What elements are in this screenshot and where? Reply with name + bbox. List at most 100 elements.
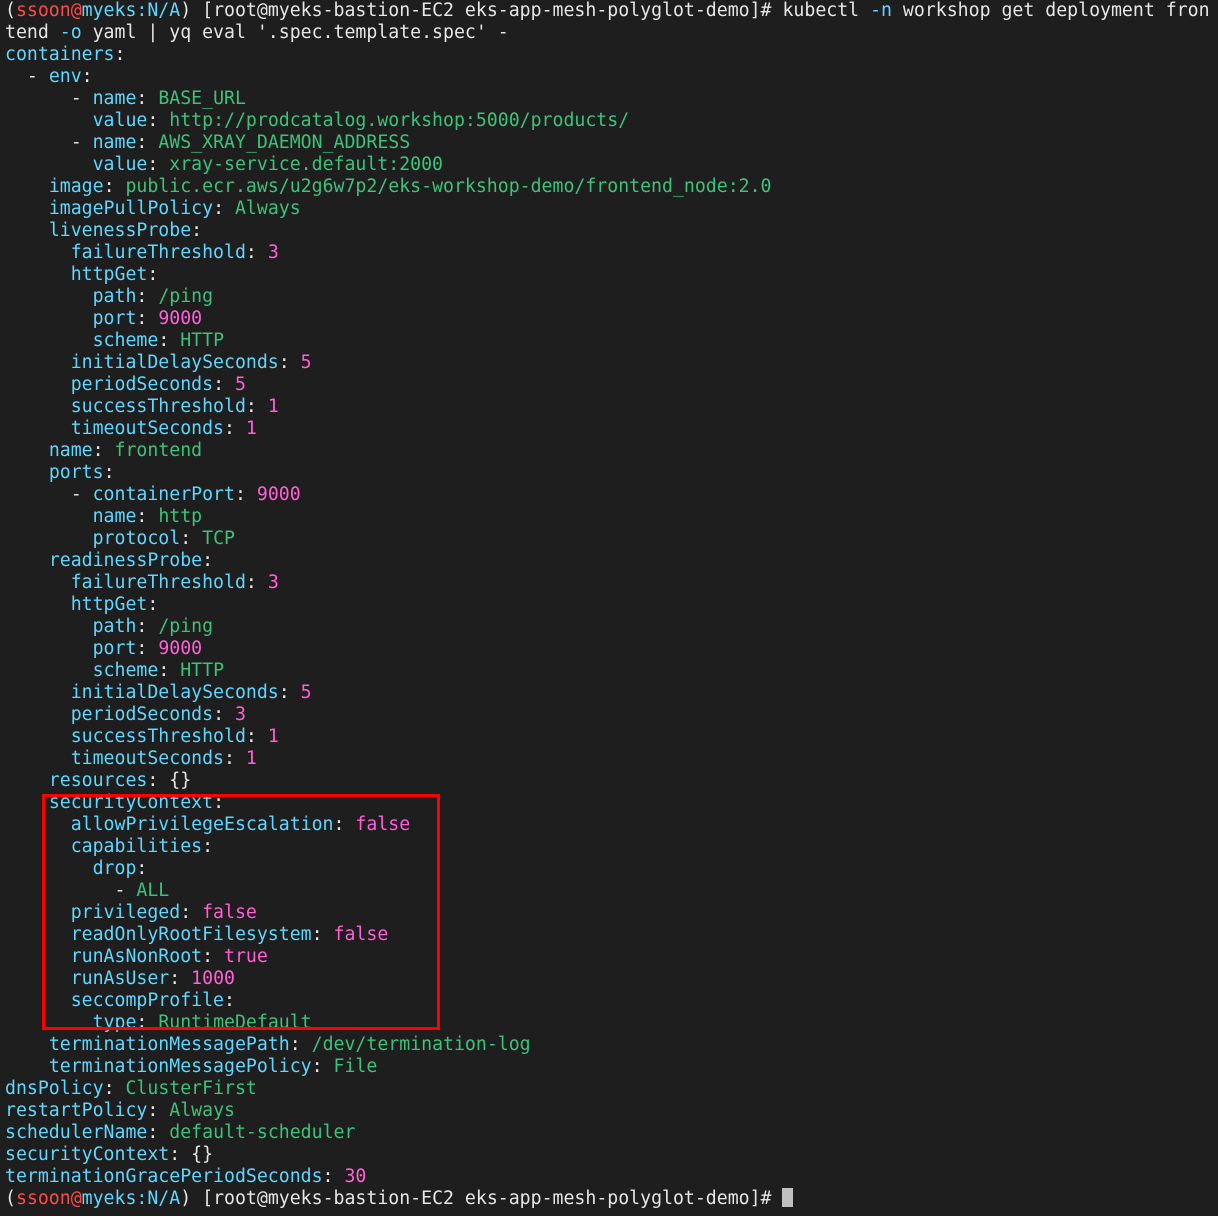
yaml-line: httpGet:	[5, 594, 1218, 616]
prompt-cluster: myeks	[81, 0, 137, 21]
yaml-separator: :	[311, 924, 334, 945]
yaml-separator: :	[213, 198, 235, 219]
yaml-line: periodSeconds: 5	[5, 374, 1218, 396]
yaml-line: readOnlyRootFilesystem: false	[5, 924, 1218, 946]
yaml-separator: :	[147, 264, 159, 285]
yaml-key: httpGet	[70, 594, 148, 615]
yaml-line: resources: {}	[5, 770, 1218, 792]
yaml-separator: :	[202, 946, 225, 967]
prompt-context: :N/A	[136, 0, 181, 21]
yaml-separator: :	[224, 418, 246, 439]
command-continuation: tend -o yaml | yq eval '.spec.template.s…	[5, 22, 509, 43]
yaml-separator: :	[158, 330, 181, 351]
yaml-indent	[5, 770, 49, 791]
yaml-indent	[5, 660, 93, 681]
yaml-indent	[5, 528, 93, 549]
yaml-indent	[5, 88, 71, 109]
yaml-line: containers:	[5, 44, 1218, 66]
yaml-key: name	[92, 506, 137, 527]
yaml-key: readOnlyRootFilesystem	[70, 924, 312, 945]
yaml-indent	[5, 704, 71, 725]
yaml-indent	[5, 1012, 93, 1033]
yaml-value: File	[333, 1056, 378, 1077]
prompt-host: [root@myeks-bastion-EC2 eks-app-mesh-pol…	[191, 1188, 783, 1209]
yaml-separator: :	[103, 1078, 126, 1099]
yaml-line: imagePullPolicy: Always	[5, 198, 1218, 220]
yaml-line: successThreshold: 1	[5, 726, 1218, 748]
yaml-separator: :	[224, 748, 246, 769]
yaml-key: port	[92, 638, 137, 659]
yaml-line: initialDelaySeconds: 5	[5, 352, 1218, 374]
yaml-indent	[5, 484, 71, 505]
prompt-line[interactable]: (ssoon@myeks:N/A) [root@myeks-bastion-EC…	[5, 1188, 1218, 1210]
yaml-list-dash: -	[70, 88, 93, 109]
yaml-key: initialDelaySeconds	[70, 352, 279, 373]
yaml-separator: :	[136, 88, 159, 109]
yaml-list-dash: -	[26, 66, 49, 87]
yaml-key: runAsNonRoot	[70, 946, 203, 967]
prompt-user: ssoon	[15, 1188, 71, 1209]
yaml-value: HTTP	[180, 660, 225, 681]
yaml-indent	[5, 330, 93, 351]
yaml-line: type: RuntimeDefault	[5, 1012, 1218, 1034]
yaml-line: capabilities:	[5, 836, 1218, 858]
yaml-separator: :	[278, 352, 301, 373]
yaml-key: scheme	[92, 660, 159, 681]
yaml-line: name: http	[5, 506, 1218, 528]
yaml-indent	[5, 792, 49, 813]
yaml-value: {}	[191, 1144, 214, 1165]
yaml-separator: :	[136, 1012, 159, 1033]
yaml-indent	[5, 440, 49, 461]
yaml-value: 3	[267, 242, 279, 263]
yaml-separator: :	[202, 836, 214, 857]
yaml-key: runAsUser	[70, 968, 170, 989]
terminal-window[interactable]: (ssoon@myeks:N/A) [root@myeks-bastion-EC…	[0, 0, 1218, 1216]
yaml-value: HTTP	[180, 330, 225, 351]
yaml-value: true	[224, 946, 268, 967]
yaml-line: protocol: TCP	[5, 528, 1218, 550]
prompt-line: (ssoon@myeks:N/A) [root@myeks-bastion-EC…	[5, 0, 1210, 21]
yaml-indent	[5, 1056, 49, 1077]
yaml-separator: :	[147, 770, 170, 791]
yaml-key: schedulerName	[5, 1122, 148, 1143]
yaml-indent	[5, 616, 93, 637]
yaml-line: readinessProbe:	[5, 550, 1218, 572]
yaml-value: /dev/termination-log	[311, 1034, 531, 1055]
yaml-value: TCP	[202, 528, 235, 549]
yaml-separator: :	[213, 374, 235, 395]
yaml-value: ClusterFirst	[125, 1078, 257, 1099]
yaml-indent	[5, 924, 71, 945]
yaml-indent	[5, 418, 71, 439]
yaml-value: {}	[169, 770, 192, 791]
yaml-separator: :	[158, 660, 181, 681]
prompt-user: ssoon	[15, 0, 71, 21]
yaml-key: ports	[48, 462, 104, 483]
yaml-line: value: xray-service.default:2000	[5, 154, 1218, 176]
yaml-line: terminationMessagePolicy: File	[5, 1056, 1218, 1078]
yaml-key: livenessProbe	[48, 220, 192, 241]
yaml-indent	[5, 264, 71, 285]
yaml-key: seccompProfile	[70, 990, 225, 1011]
yaml-separator: :	[114, 44, 126, 65]
yaml-indent	[5, 220, 49, 241]
yaml-key: value	[92, 110, 148, 131]
yaml-indent	[5, 880, 115, 901]
yaml-value: BASE_URL	[158, 88, 246, 109]
yaml-separator: :	[333, 814, 356, 835]
yaml-key: dnsPolicy	[5, 1078, 104, 1099]
yaml-indent	[5, 1034, 49, 1055]
yaml-indent	[5, 836, 71, 857]
yaml-line: privileged: false	[5, 902, 1218, 924]
yaml-line: httpGet:	[5, 264, 1218, 286]
yaml-line: scheme: HTTP	[5, 660, 1218, 682]
yaml-value: http	[158, 506, 203, 527]
yaml-indent	[5, 550, 49, 571]
yaml-indent	[5, 66, 27, 87]
yaml-separator: :	[234, 484, 257, 505]
yaml-separator: :	[322, 1166, 345, 1187]
yaml-indent	[5, 154, 93, 175]
yaml-indent	[5, 462, 49, 483]
yaml-list-dash: -	[70, 484, 93, 505]
yaml-indent	[5, 726, 71, 747]
yaml-key: initialDelaySeconds	[70, 682, 279, 703]
